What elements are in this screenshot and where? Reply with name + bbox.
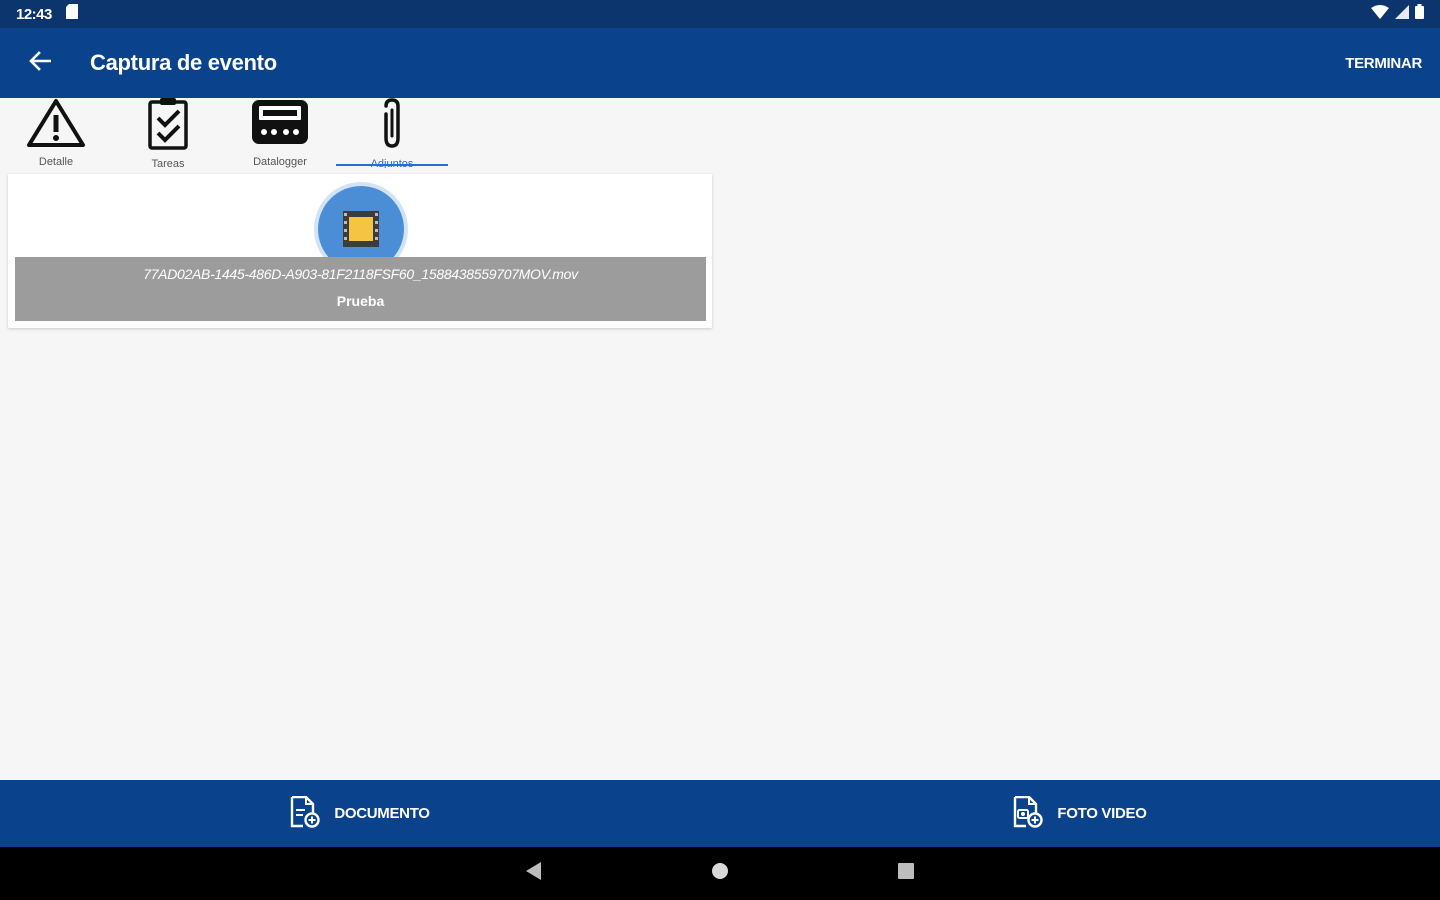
tab-label: Datalogger <box>253 156 307 168</box>
arrow-back-icon <box>29 50 52 76</box>
status-left: 12:43 <box>0 4 78 24</box>
tab-detalle[interactable]: Detalle <box>0 98 112 168</box>
document-button-label: DOCUMENTO <box>334 805 430 822</box>
tab-bar: Detalle Tareas Datalogger Adjuntos <box>0 98 1440 168</box>
finish-button[interactable]: TERMINAR <box>1345 55 1422 72</box>
status-bar: 12:43 <box>0 0 1440 28</box>
nav-back-button[interactable] <box>516 856 552 892</box>
photo-video-button-label: FOTO VIDEO <box>1057 805 1147 822</box>
datalogger-icon <box>250 98 310 148</box>
sd-card-icon <box>65 4 78 24</box>
back-button[interactable] <box>0 28 80 98</box>
status-right <box>1371 4 1440 24</box>
paperclip-icon <box>362 98 422 150</box>
tab-adjuntos[interactable]: Adjuntos <box>336 98 448 168</box>
bottom-action-bar: DOCUMENTO FOTO VIDEO <box>0 780 1440 847</box>
triangle-back-icon <box>526 862 542 885</box>
attachment-card[interactable]: 77AD02AB-1445-486D-A903-81F2118FSF60_158… <box>8 174 712 328</box>
battery-icon <box>1415 4 1424 24</box>
document-button[interactable]: DOCUMENTO <box>0 780 720 847</box>
signal-icon <box>1395 4 1409 24</box>
warning-icon <box>26 98 86 148</box>
page-title: Captura de evento <box>90 50 277 75</box>
wifi-icon <box>1371 4 1389 24</box>
tab-label: Tareas <box>151 158 185 168</box>
tab-tareas[interactable]: Tareas <box>112 98 224 168</box>
photo-video-add-icon <box>1013 795 1044 832</box>
tab-datalogger[interactable]: Datalogger <box>224 98 336 168</box>
status-time: 12:43 <box>16 5 52 23</box>
nav-home-button[interactable] <box>702 856 738 892</box>
tab-label: Detalle <box>38 156 74 168</box>
file-name: 77AD02AB-1445-486D-A903-81F2118FSF60_158… <box>143 266 578 282</box>
tab-label: Adjuntos <box>370 158 414 168</box>
circle-home-icon <box>711 862 729 885</box>
attachment-info: 77AD02AB-1445-486D-A903-81F2118FSF60_158… <box>15 257 706 321</box>
nav-recents-button[interactable] <box>888 856 924 892</box>
square-recents-icon <box>897 862 915 885</box>
file-description: Prueba <box>336 293 385 309</box>
checklist-icon <box>138 98 198 150</box>
photo-video-button[interactable]: FOTO VIDEO <box>720 780 1440 847</box>
system-nav-bar <box>0 847 1440 900</box>
app-bar: Captura de evento TERMINAR <box>0 28 1440 98</box>
document-add-icon <box>290 795 321 832</box>
